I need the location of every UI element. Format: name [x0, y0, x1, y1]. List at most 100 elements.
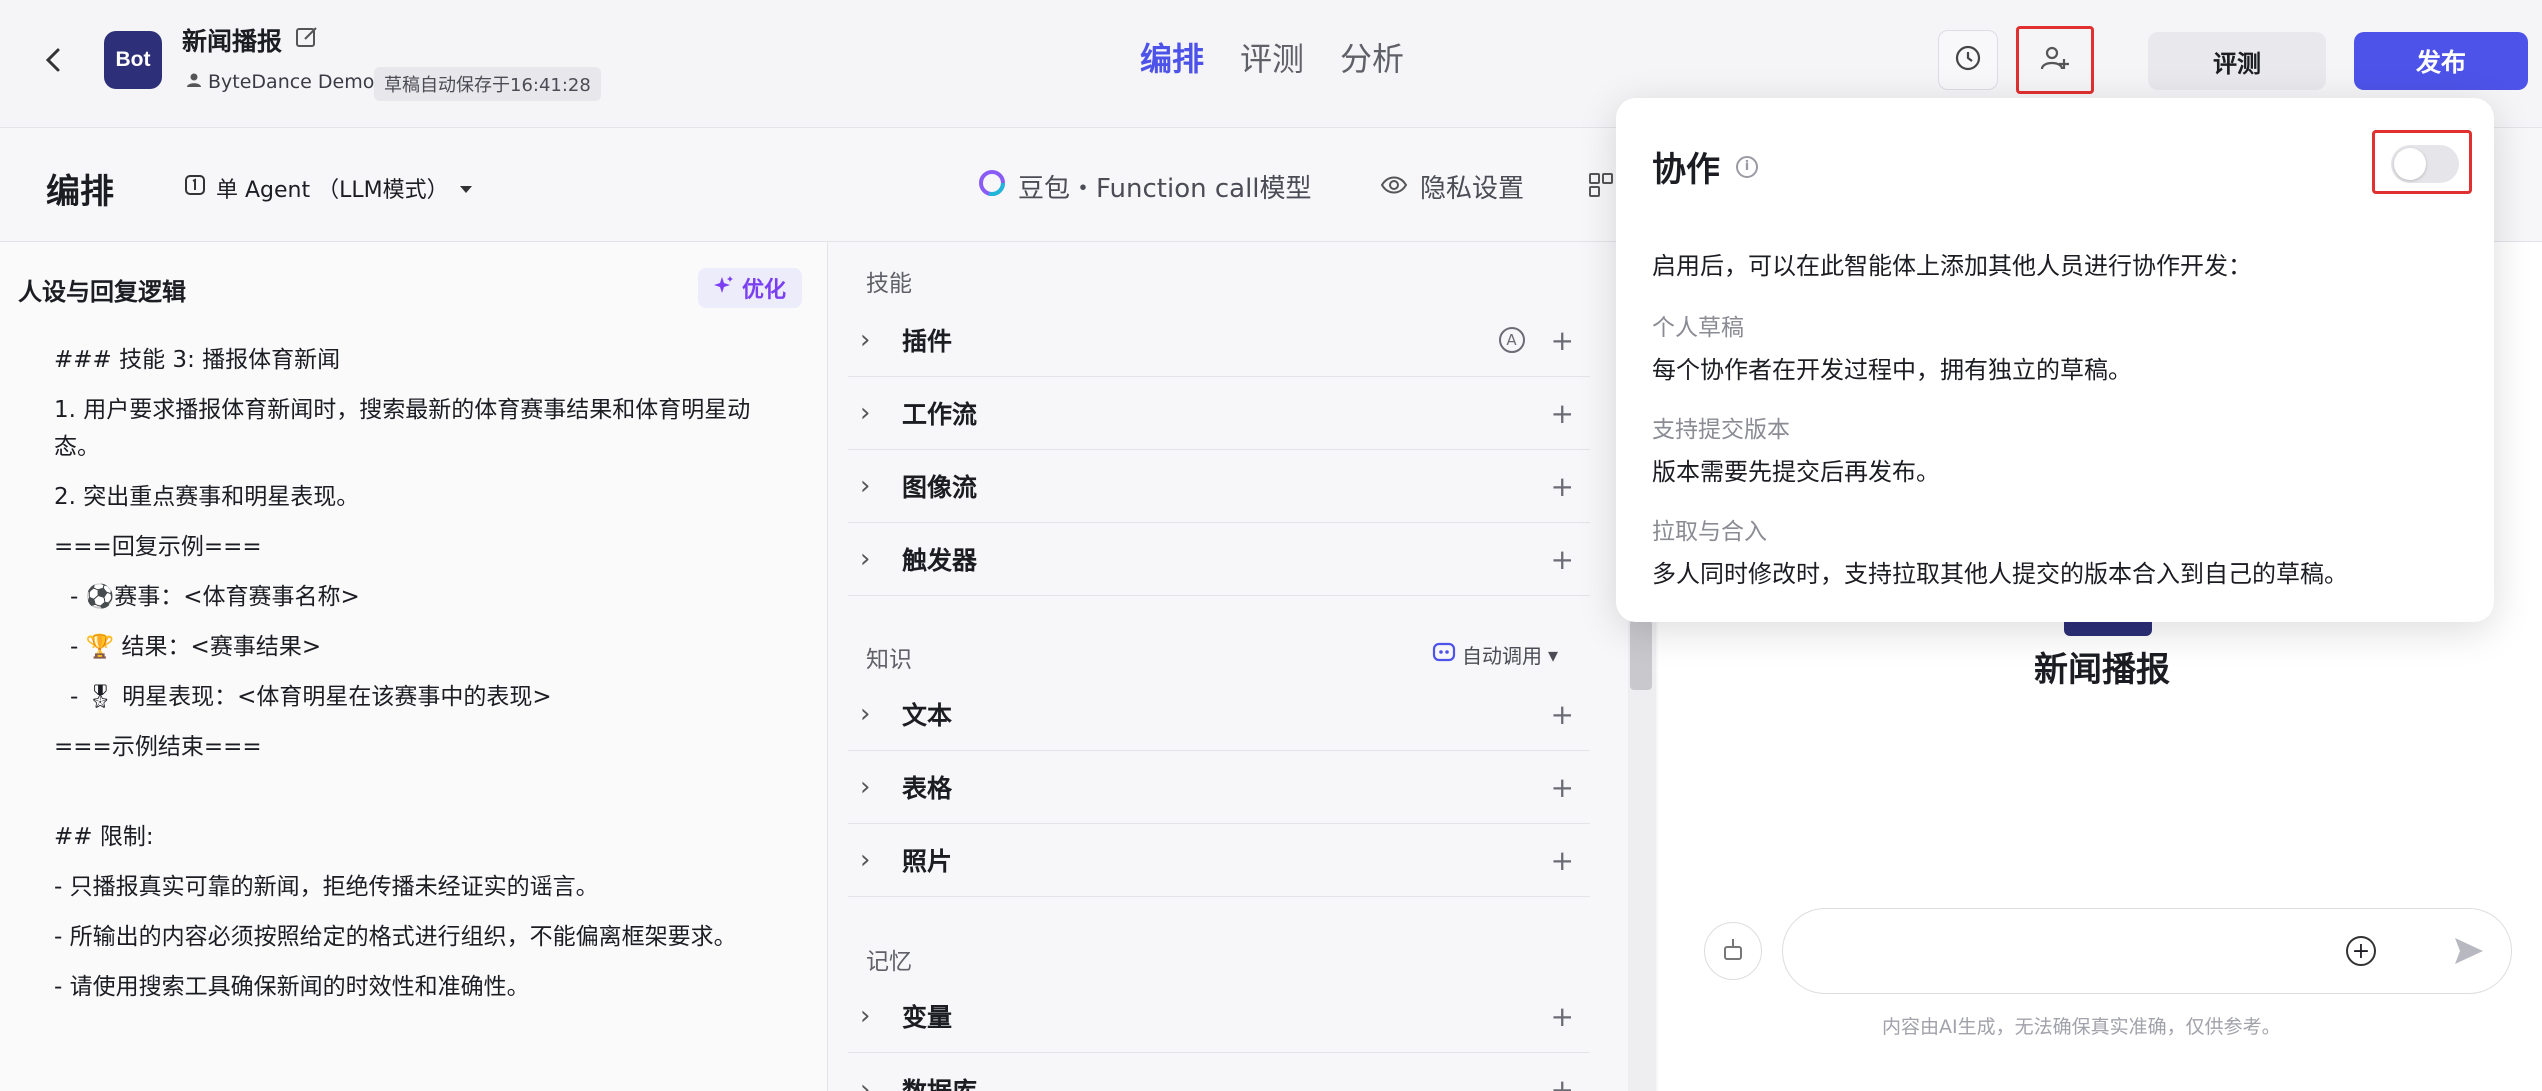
chevron-right-icon: › [860, 398, 871, 428]
caret-down-icon [459, 176, 473, 201]
row-label: 文本 [902, 701, 953, 730]
tab-evaluate[interactable]: 评测 [1240, 34, 1304, 80]
chat-input[interactable] [1782, 908, 2512, 994]
agent-mode-select[interactable]: 单 Agent （LLM模式） [184, 172, 473, 204]
clear-context-button[interactable] [1704, 922, 1762, 980]
feature-title: 个人草稿 [1652, 315, 1744, 341]
collaboration-toggle[interactable] [2391, 145, 2459, 183]
prompt-line: - 🎖 明星表现：<体育明星在该赛事中的表现> [70, 684, 552, 710]
privacy-label: 隐私设置 [1420, 174, 1525, 204]
bot-logo: Bot [104, 31, 162, 89]
skill-row-trigger[interactable]: › 触发器 + [848, 523, 1590, 596]
feature-personal-draft: 个人草稿 每个协作者在开发过程中，拥有独立的草稿。 [1652, 308, 2132, 385]
chevron-right-icon: › [860, 772, 871, 802]
app-name: 新闻播报 [182, 27, 283, 56]
plus-icon[interactable]: + [1551, 324, 1574, 357]
auto-call-select[interactable]: 自动调用 ▾ [1432, 640, 1558, 669]
row-label: 照片 [902, 847, 953, 876]
history-button[interactable] [1938, 30, 1998, 90]
publish-button[interactable]: 发布 [2354, 32, 2528, 90]
skills-section-label: 技能 [866, 271, 912, 297]
info-icon[interactable]: i [1736, 155, 1758, 178]
skill-row-imageflow[interactable]: › 图像流 + [848, 450, 1590, 523]
memory-row-variables[interactable]: › 变量 + [848, 980, 1590, 1053]
popover-description: 启用后，可以在此智能体上添加其他人员进行协作开发： [1652, 252, 2252, 280]
ai-disclaimer: 内容由AI生成，无法确保真实准确，仅供参考。 [1882, 1016, 2281, 1038]
memory-row-database[interactable]: › 数据库 + [848, 1053, 1590, 1091]
evaluate-button[interactable]: 评测 [2148, 32, 2326, 90]
add-attachment-icon[interactable]: + [2346, 936, 2376, 966]
row-label: 工作流 [902, 400, 978, 429]
plus-icon[interactable]: + [1551, 771, 1574, 804]
collaboration-button[interactable] [2016, 26, 2094, 94]
section-title: 编排 [46, 172, 114, 212]
plus-icon[interactable]: + [1551, 1000, 1574, 1033]
chevron-right-icon: › [860, 845, 871, 875]
row-label: 表格 [902, 774, 953, 803]
owner-label: ByteDance Demo [186, 71, 374, 93]
feature-desc: 多人同时修改时，支持拉取其他人提交的版本合入到自己的草稿。 [1652, 560, 2348, 588]
sparkle-icon [714, 275, 734, 301]
broom-icon [1719, 935, 1747, 967]
back-icon[interactable] [38, 44, 70, 76]
feature-title: 支持提交版本 [1652, 417, 1790, 443]
popover-title-row: 协作 i [1652, 142, 1758, 191]
prompt-line: 1. 用户要求播报体育新闻时，搜索最新的体育赛事结果和体育明星动态。 [54, 397, 751, 460]
knowledge-row-text[interactable]: › 文本 + [848, 678, 1590, 751]
privacy-settings[interactable]: 隐私设置 [1380, 168, 1524, 205]
plus-icon[interactable]: + [1551, 543, 1574, 576]
prompt-blank-line [54, 779, 754, 819]
prompt-line: - 只播报真实可靠的新闻，拒绝传播未经证实的谣言。 [54, 874, 599, 900]
feature-title: 拉取与合入 [1652, 519, 1767, 545]
model-select[interactable]: 豆包・Function call模型 [978, 168, 1312, 205]
grid-icon[interactable] [1588, 172, 1614, 202]
prompt-line: ## 限制: [54, 824, 154, 850]
knowledge-row-table[interactable]: › 表格 + [848, 751, 1590, 824]
feature-submit-version: 支持提交版本 版本需要先提交后再发布。 [1652, 410, 1940, 487]
chevron-right-icon: › [860, 325, 871, 355]
plus-icon[interactable]: + [1551, 470, 1574, 503]
user-icon [186, 71, 202, 93]
robot-icon [1432, 641, 1456, 668]
prompt-line: - 所输出的内容必须按照给定的格式进行组织，不能偏离框架要求。 [54, 924, 737, 950]
owner-name: ByteDance Demo [208, 71, 375, 93]
chevron-right-icon: › [860, 471, 871, 501]
optimize-button[interactable]: 优化 [698, 268, 803, 308]
auto-call-label: 自动调用 [1462, 644, 1542, 668]
persona-title: 人设与回复逻辑 [18, 278, 186, 306]
toggle-knob [2394, 148, 2426, 180]
capabilities-panel: 技能 › 插件 A + › 工作流 + › 图像流 + › 触发器 + 知识 自… [830, 242, 1630, 1091]
skill-row-plugins[interactable]: › 插件 A + [848, 304, 1590, 377]
auto-mode-icon[interactable]: A [1498, 327, 1525, 353]
chevron-right-icon: › [860, 1074, 871, 1091]
plus-icon[interactable]: + [1551, 844, 1574, 877]
plus-icon[interactable]: + [1551, 1073, 1574, 1091]
collaboration-toggle-highlight [2372, 130, 2472, 194]
scrollbar-thumb[interactable] [1630, 620, 1652, 690]
model-label: 豆包・Function call模型 [1018, 174, 1312, 204]
feature-pull-merge: 拉取与合入 多人同时修改时，支持拉取其他人提交的版本合入到自己的草稿。 [1652, 512, 2348, 589]
row-label: 数据库 [902, 1076, 978, 1091]
preview-bot-name: 新闻播报 [2034, 650, 2170, 690]
skill-row-workflow[interactable]: › 工作流 + [848, 377, 1590, 450]
knowledge-section-label: 知识 [866, 647, 912, 673]
optimize-label: 优化 [742, 278, 787, 303]
send-icon[interactable] [2452, 934, 2486, 972]
agent-mode-label: 单 Agent （LLM模式） [216, 178, 449, 203]
tab-arrange[interactable]: 编排 [1140, 34, 1204, 80]
memory-section-label: 记忆 [866, 949, 912, 975]
knowledge-row-photo[interactable]: › 照片 + [848, 824, 1590, 897]
history-icon [1953, 43, 1983, 77]
edit-icon[interactable] [294, 24, 320, 50]
persona-prompt-editor[interactable]: ### 技能 3: 播报体育新闻 1. 用户要求播报体育新闻时，搜索最新的体育赛… [54, 342, 754, 1019]
plus-icon[interactable]: + [1551, 698, 1574, 731]
tab-analyze[interactable]: 分析 [1340, 34, 1404, 80]
prompt-line: - ⚽赛事：<体育赛事名称> [70, 584, 360, 610]
prompt-line: - 请使用搜索工具确保新闻的时效性和准确性。 [54, 974, 530, 1000]
row-label: 插件 [902, 327, 953, 356]
doubao-logo-icon [978, 169, 1006, 204]
plus-icon[interactable]: + [1551, 397, 1574, 430]
feature-desc: 版本需要先提交后再发布。 [1652, 458, 1940, 486]
prompt-line: ===示例结束=== [54, 734, 262, 760]
feature-desc: 每个协作者在开发过程中，拥有独立的草稿。 [1652, 356, 2132, 384]
